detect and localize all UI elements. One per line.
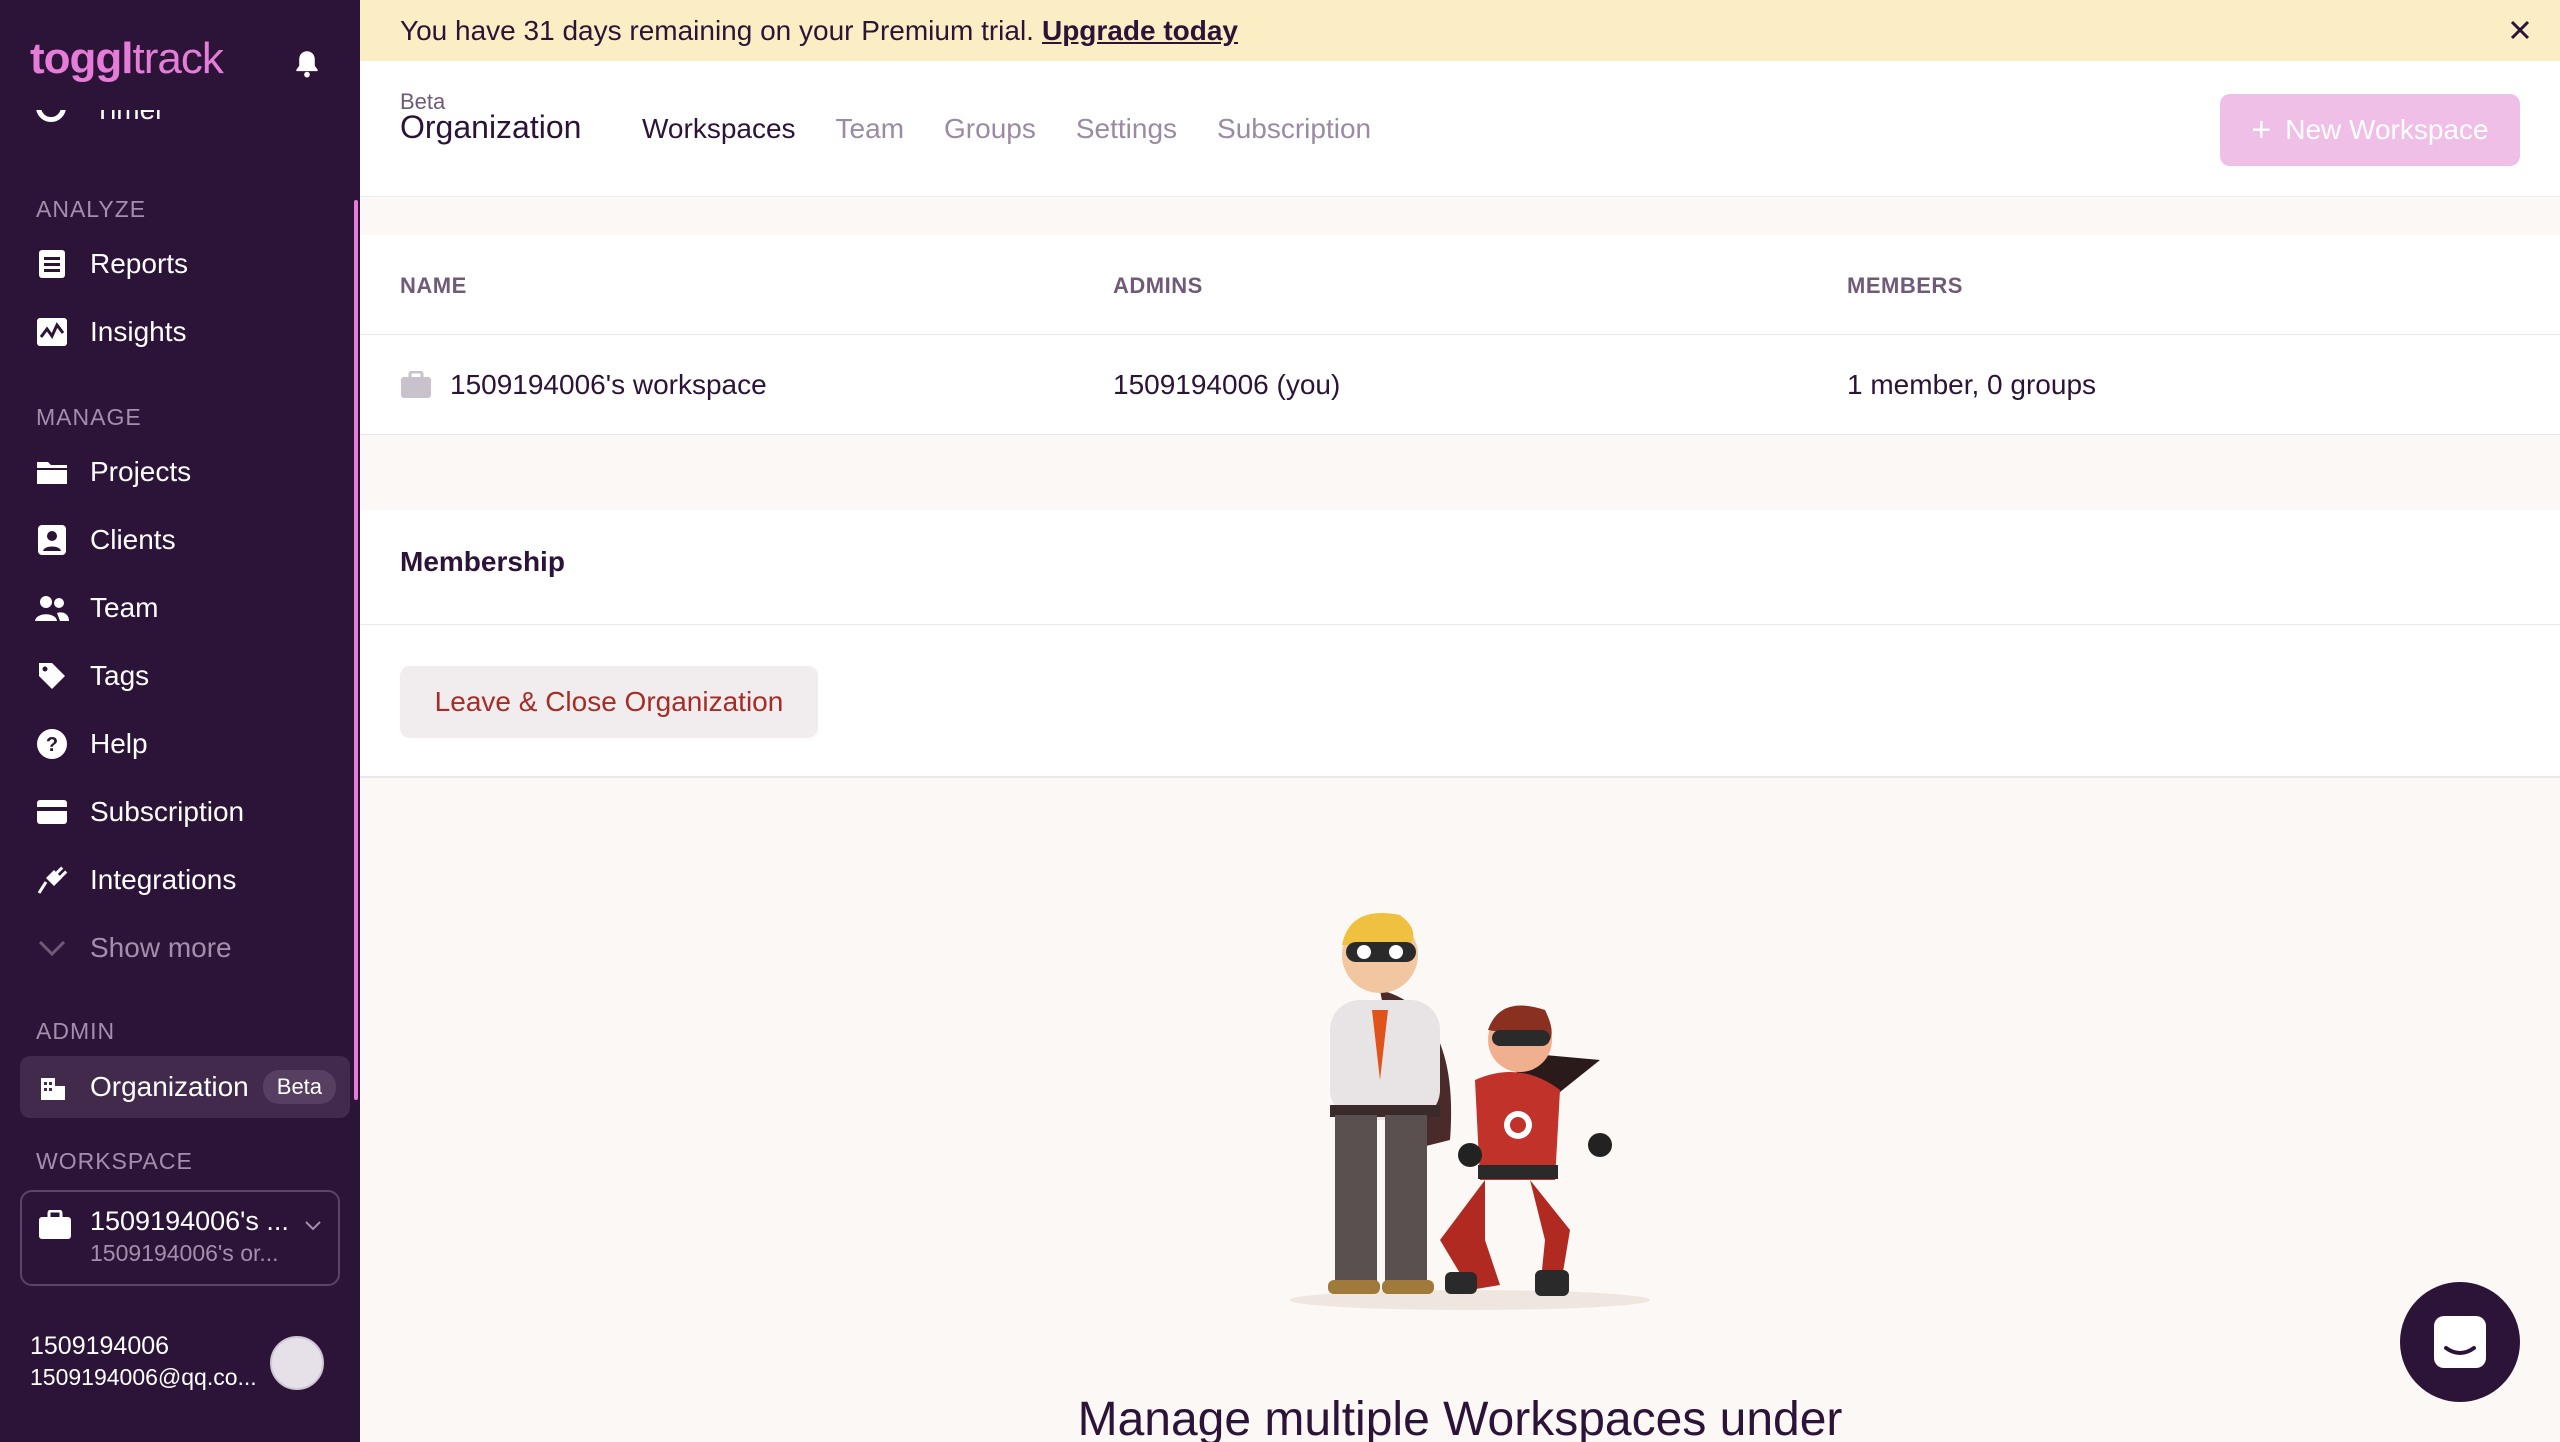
plug-icon bbox=[34, 862, 70, 898]
column-members[interactable]: MEMBERS bbox=[1847, 273, 1963, 299]
trial-banner: You have 31 days remaining on your Premi… bbox=[360, 0, 2560, 61]
leave-close-organization-button[interactable]: Leave & Close Organization bbox=[400, 666, 818, 738]
sidebar-item-label: Reports bbox=[90, 248, 189, 279]
new-workspace-button[interactable]: + New Workspace bbox=[2220, 94, 2520, 166]
upgrade-link[interactable]: Upgrade today bbox=[1042, 15, 1238, 47]
section-label-workspace: WORKSPACE bbox=[36, 1148, 193, 1174]
sidebar-item-clients[interactable]: Clients bbox=[20, 510, 350, 570]
workspace-name: 1509194006's ... bbox=[90, 1206, 289, 1236]
user-email[interactable]: 1509194006@qq.co... bbox=[30, 1364, 257, 1391]
close-icon[interactable] bbox=[2504, 14, 2536, 46]
sidebar-item-label: Clients bbox=[90, 524, 176, 555]
workspaces-table: NAME ADMINS MEMBERS 1509194006's workspa… bbox=[360, 235, 2560, 435]
tab-team[interactable]: Team bbox=[836, 113, 904, 145]
bell-icon[interactable] bbox=[290, 46, 324, 82]
section-label-manage: MANAGE bbox=[36, 404, 142, 430]
avatar[interactable] bbox=[270, 1336, 324, 1390]
table-row[interactable]: 1509194006's workspace 1509194006 (you) … bbox=[360, 335, 2560, 435]
sidebar-item-team[interactable]: Team bbox=[20, 578, 350, 638]
workspace-name-cell[interactable]: 1509194006's workspace bbox=[450, 369, 767, 401]
beta-badge: Beta bbox=[262, 1070, 337, 1104]
tag-icon bbox=[34, 658, 70, 694]
sidebar-item-label: Tags bbox=[90, 660, 150, 691]
chevron-down-icon bbox=[305, 1221, 321, 1231]
sidebar: toggltrack Timer ANALYZE Reports Insight… bbox=[0, 0, 360, 1442]
tab-bar: Workspaces Team Groups Settings Subscrip… bbox=[642, 113, 1371, 145]
briefcase-icon bbox=[401, 371, 431, 398]
sidebar-item-label: Integrations bbox=[90, 864, 237, 895]
chat-launcher-button[interactable] bbox=[2400, 1282, 2520, 1402]
user-name[interactable]: 1509194006 bbox=[30, 1332, 169, 1361]
chevron-down-icon bbox=[34, 930, 70, 966]
client-icon bbox=[34, 522, 70, 558]
table-header: NAME ADMINS MEMBERS bbox=[360, 235, 2560, 335]
sidebar-item-label: Projects bbox=[90, 456, 192, 487]
empty-state-heading: Manage multiple Workspaces under bbox=[1077, 1393, 1843, 1442]
sidebar-item-subscription[interactable]: Subscription bbox=[20, 782, 350, 842]
divider bbox=[360, 624, 2560, 625]
sidebar-item-label: Insights bbox=[90, 316, 187, 347]
insights-icon bbox=[34, 314, 70, 350]
folder-icon bbox=[34, 454, 70, 490]
help-icon: ? bbox=[34, 726, 70, 762]
workspace-switcher[interactable]: 1509194006's ... 1509194006's or... bbox=[20, 1190, 340, 1286]
team-icon bbox=[34, 590, 70, 626]
page-title: Organization bbox=[400, 109, 582, 145]
sidebar-item-integrations[interactable]: Integrations bbox=[20, 850, 350, 910]
sidebar-item-reports[interactable]: Reports bbox=[20, 234, 350, 294]
sidebar-item-help[interactable]: ? Help bbox=[20, 714, 350, 774]
sidebar-item-insights[interactable]: Insights bbox=[20, 302, 350, 362]
credit-card-icon bbox=[34, 794, 70, 830]
tab-settings[interactable]: Settings bbox=[1076, 113, 1177, 145]
workspace-org: 1509194006's or... bbox=[90, 1240, 279, 1266]
svg-text:?: ? bbox=[46, 734, 58, 756]
tab-groups[interactable]: Groups bbox=[944, 113, 1036, 145]
sidebar-scrollbar[interactable] bbox=[354, 200, 358, 1100]
section-label-analyze: ANALYZE bbox=[36, 196, 147, 222]
column-admins[interactable]: ADMINS bbox=[1113, 273, 1203, 299]
tab-subscription[interactable]: Subscription bbox=[1217, 113, 1371, 145]
sidebar-item-label: Organization bbox=[90, 1071, 249, 1102]
sidebar-item-label: Show more bbox=[90, 932, 232, 963]
column-name[interactable]: NAME bbox=[400, 273, 467, 299]
membership-title: Membership bbox=[400, 546, 565, 577]
toggl-track-logo[interactable]: toggltrack bbox=[30, 34, 224, 84]
new-workspace-label: New Workspace bbox=[2285, 114, 2489, 145]
trial-message: You have 31 days remaining on your Premi… bbox=[400, 14, 1034, 46]
reports-icon bbox=[34, 246, 70, 282]
sidebar-show-more[interactable]: Show more bbox=[20, 918, 350, 978]
superhero-illustration bbox=[1290, 913, 1650, 1310]
sidebar-item-projects[interactable]: Projects bbox=[20, 442, 350, 502]
membership-section: Membership Leave & Close Organization bbox=[360, 510, 2560, 778]
page-header: Beta Organization Workspaces Team Groups… bbox=[360, 61, 2560, 197]
section-label-admin: ADMIN bbox=[36, 1018, 116, 1044]
plus-icon: + bbox=[2251, 110, 2272, 149]
chat-icon bbox=[2434, 1316, 2486, 1368]
building-icon bbox=[34, 1069, 70, 1105]
admins-cell: 1509194006 (you) bbox=[1113, 369, 1341, 400]
tab-workspaces[interactable]: Workspaces bbox=[642, 113, 796, 145]
sidebar-item-label: Subscription bbox=[90, 796, 245, 827]
members-cell: 1 member, 0 groups bbox=[1847, 369, 2097, 400]
sidebar-item-label: Team bbox=[90, 592, 159, 623]
sidebar-item-label: Help bbox=[90, 728, 148, 759]
sidebar-item-tags[interactable]: Tags bbox=[20, 646, 350, 706]
sidebar-item-organization[interactable]: Organization Beta bbox=[20, 1056, 350, 1118]
briefcase-icon bbox=[39, 1210, 71, 1239]
sidebar-item-timer[interactable]: Timer bbox=[36, 110, 336, 140]
